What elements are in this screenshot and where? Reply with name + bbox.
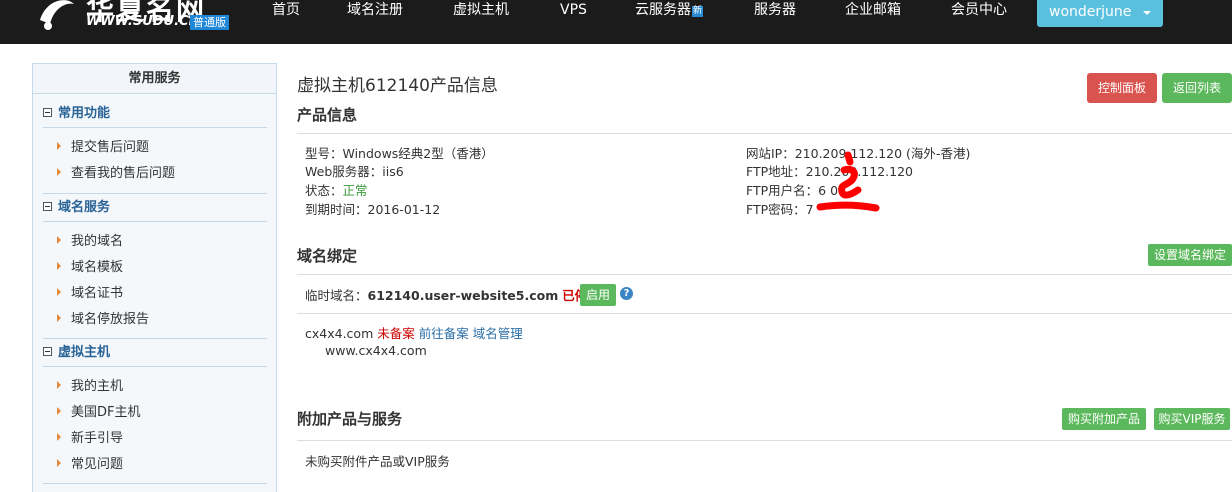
divider [297, 313, 1232, 314]
collapse-icon [43, 108, 52, 117]
arrow-right-icon [57, 407, 61, 415]
arrow-right-icon [57, 459, 61, 467]
arrow-right-icon [57, 168, 61, 176]
sidebar: 常用服务 常用功能 提交售后问题 查看我的售后问题 域名服务 我的域名 域名模板… [32, 63, 277, 492]
sidebar-item-label: 域名模板 [71, 260, 124, 275]
arrow-right-icon [57, 288, 61, 296]
caret-down-icon [1143, 11, 1151, 15]
domain-binding-heading: 域名绑定 [297, 247, 358, 265]
addons-heading: 附加产品与服务 [297, 410, 403, 428]
arrow-right-icon [57, 381, 61, 389]
divider [297, 440, 1232, 441]
back-to-list-button[interactable]: 返回列表 [1162, 73, 1232, 103]
nav-enterprise-mail[interactable]: 企业邮箱 [845, 0, 901, 22]
buy-vip-button[interactable]: 购买VIP服务 [1154, 408, 1230, 430]
sidebar-item-label: 我的主机 [71, 379, 124, 394]
status-value: 正常 [342, 183, 368, 198]
buy-addon-button[interactable]: 购买附加产品 [1062, 408, 1146, 430]
sidebar-item-label: 新手引导 [71, 431, 124, 446]
status-label: 状态： [305, 183, 343, 198]
divider [297, 133, 1232, 134]
goto-icp-link[interactable]: 前往备案 [419, 326, 469, 341]
user-name: wonderjune [1049, 4, 1132, 20]
domain-row: cx4x4.com 未备案 前往备案 域名管理 [305, 323, 523, 342]
sub-domain: www.cx4x4.com [325, 343, 427, 358]
control-panel-button[interactable]: 控制面板 [1087, 73, 1157, 103]
sidebar-item-my-hosts[interactable]: 我的主机 [57, 377, 123, 397]
sidebar-group-label: 虚拟主机 [58, 345, 111, 360]
expiry-date: 到期时间：2016-01-12 [305, 202, 441, 217]
collapse-icon [43, 202, 52, 211]
help-icon[interactable]: ? [620, 287, 633, 300]
product-status: 状态：正常 [305, 180, 368, 199]
arrow-right-icon [57, 314, 61, 322]
sidebar-item-label: 我的域名 [71, 234, 124, 249]
sidebar-group-label: 常用功能 [58, 106, 111, 121]
product-model: 型号：Windows经典2型（香港） [305, 146, 494, 161]
arrow-right-icon [57, 262, 61, 270]
nav-home[interactable]: 首页 [272, 0, 300, 22]
nav-virtual-host[interactable]: 虚拟主机 [453, 0, 509, 22]
arrow-right-icon [57, 236, 61, 244]
arrow-right-icon [57, 142, 61, 150]
sidebar-item-submit-issue[interactable]: 提交售后问题 [57, 138, 149, 158]
edition-badge: 普通版 [190, 15, 229, 30]
sidebar-item-guide[interactable]: 新手引导 [57, 429, 123, 449]
brand-logo[interactable]: 华夏名网 WWW.SUDU.CN 普通版 [30, 0, 240, 44]
user-menu-button[interactable]: wonderjune [1037, 0, 1163, 27]
temp-domain-value: 612140.user-website5.com [367, 288, 559, 303]
sidebar-item-label: 美国DF主机 [71, 405, 141, 420]
new-badge: 新 [692, 6, 704, 17]
enable-button[interactable]: 启用 [580, 284, 616, 306]
sidebar-group-domain[interactable]: 域名服务 [43, 194, 267, 222]
sidebar-item-my-issues[interactable]: 查看我的售后问题 [57, 164, 175, 184]
addons-empty-text: 未购买附件产品或VIP服务 [305, 454, 450, 469]
divider [43, 483, 267, 484]
nav-server[interactable]: 服务器 [754, 0, 796, 22]
sidebar-item-domain-template[interactable]: 域名模板 [57, 258, 123, 278]
sidebar-group-common[interactable]: 常用功能 [43, 100, 267, 128]
sidebar-item-label: 查看我的售后问题 [71, 166, 176, 181]
divider [297, 274, 1232, 275]
arrow-right-icon [57, 433, 61, 441]
top-navbar: 华夏名网 WWW.SUDU.CN 普通版 首页 域名注册 虚拟主机 VPS 云服… [0, 0, 1232, 44]
domain-manage-link[interactable]: 域名管理 [473, 326, 523, 341]
redaction-scribble [816, 151, 880, 212]
icp-status: 未备案 [377, 326, 415, 341]
sidebar-item-label: 常见问题 [71, 457, 124, 472]
product-info-heading: 产品信息 [297, 106, 358, 124]
sidebar-group-label: 域名服务 [58, 200, 111, 215]
collapse-icon [43, 347, 52, 356]
web-server: Web服务器：iis6 [305, 164, 404, 179]
nav-member-center[interactable]: 会员中心 [951, 0, 1007, 22]
nav-vps[interactable]: VPS [560, 0, 587, 22]
nav-cloud-server-label: 云服务器 [635, 2, 691, 18]
logo-mark-icon [40, 0, 74, 30]
sidebar-item-label: 提交售后问题 [71, 140, 150, 155]
nav-domain-register[interactable]: 域名注册 [347, 0, 403, 22]
nav-cloud-server[interactable]: 云服务器新 [635, 0, 704, 22]
sidebar-group-virtual-host[interactable]: 虚拟主机 [43, 339, 267, 367]
sidebar-item-label: 域名停放报告 [71, 312, 150, 327]
brand-url: WWW.SUDU.CN [86, 14, 200, 29]
sidebar-title: 常用服务 [33, 64, 276, 94]
page-title: 虚拟主机612140产品信息 [297, 76, 498, 96]
setup-domain-binding-button[interactable]: 设置域名绑定 [1148, 244, 1232, 266]
sidebar-item-my-domains[interactable]: 我的域名 [57, 232, 123, 252]
sidebar-item-parking-report[interactable]: 域名停放报告 [57, 310, 149, 330]
bound-domain: cx4x4.com [305, 326, 374, 341]
sidebar-item-label: 域名证书 [71, 286, 124, 301]
temp-domain-label: 临时域名： [305, 288, 368, 303]
sidebar-item-us-df-host[interactable]: 美国DF主机 [57, 403, 141, 423]
temp-domain-row: 临时域名：612140.user-website5.com 已停用 [305, 285, 600, 304]
sidebar-item-domain-cert[interactable]: 域名证书 [57, 284, 123, 304]
sidebar-item-faq[interactable]: 常见问题 [57, 455, 123, 475]
